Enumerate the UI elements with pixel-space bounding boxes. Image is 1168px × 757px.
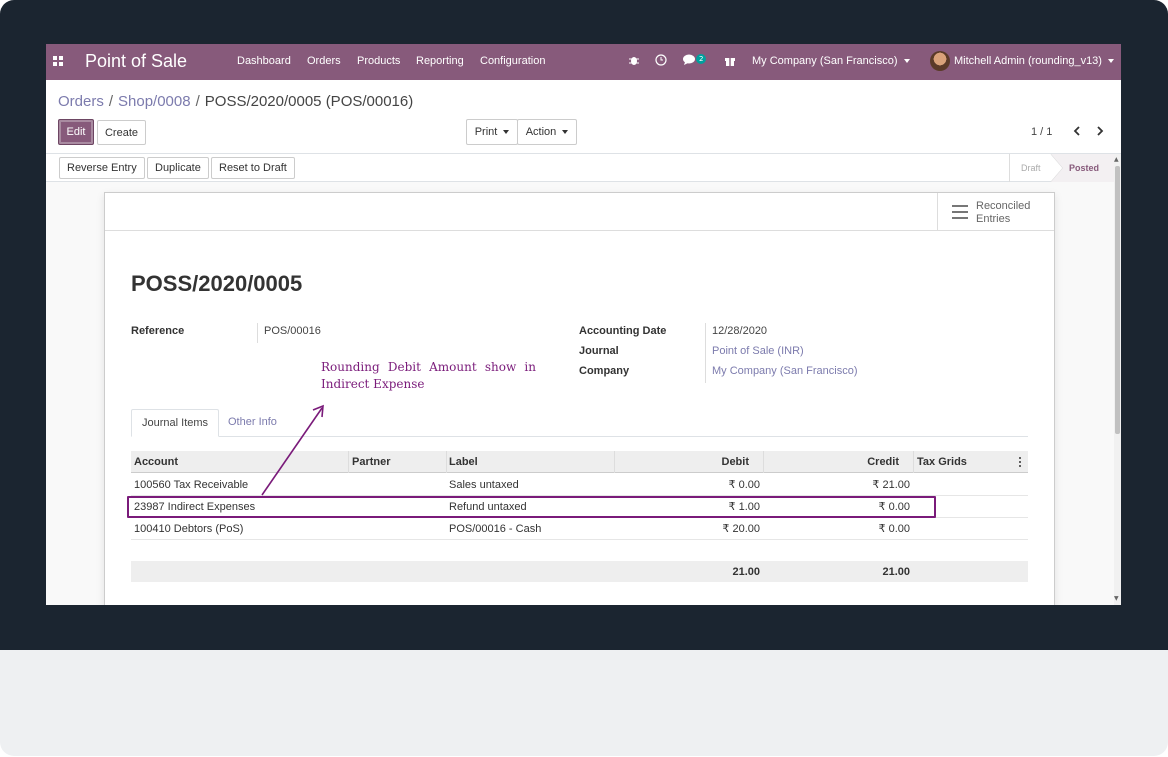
cell-label: Sales untaxed	[449, 479, 519, 491]
pager-value[interactable]: 1 / 1	[1031, 126, 1052, 138]
cell-account: 100410 Debtors (PoS)	[134, 523, 244, 535]
edit-button[interactable]: Edit	[58, 119, 94, 145]
create-button[interactable]: Create	[97, 120, 146, 145]
total-debit: 21.00	[732, 566, 760, 578]
tab-journal-items[interactable]: Journal Items	[131, 409, 220, 437]
user-name: Mitchell Admin (rounding_v13)	[954, 55, 1102, 67]
breadcrumb-orders[interactable]: Orders	[58, 93, 104, 110]
reconciled-entries-button[interactable]: Reconciled Entries	[937, 193, 1054, 230]
top-navbar: Point of Sale Dashboard Orders Products …	[46, 44, 1121, 80]
scrollbar-thumb[interactable]	[1115, 166, 1120, 434]
stage-draft[interactable]: Draft	[1021, 154, 1041, 182]
menu-reporting[interactable]: Reporting	[416, 55, 464, 67]
chat-badge: 2	[696, 54, 707, 64]
form-sheet: Reconciled Entries POSS/2020/0005 Refere…	[104, 192, 1055, 605]
col-tax-grids[interactable]: Tax Grids	[917, 451, 967, 473]
cell-debit: ₹ 20.00	[722, 523, 760, 535]
status-bar: Reverse Entry Duplicate Reset to Draft D…	[46, 154, 1121, 182]
cell-credit: ₹ 21.00	[872, 479, 910, 491]
reference-label: Reference	[131, 325, 185, 337]
field-divider	[257, 323, 258, 343]
menu-dashboard[interactable]: Dashboard	[237, 55, 291, 67]
reset-to-draft-button[interactable]: Reset to Draft	[211, 157, 295, 179]
breadcrumb-separator: /	[108, 93, 114, 110]
reverse-entry-button[interactable]: Reverse Entry	[59, 157, 145, 179]
total-credit: 21.00	[882, 566, 910, 578]
chevron-down-icon	[562, 130, 569, 135]
device-frame: Point of Sale Dashboard Orders Products …	[0, 0, 1168, 757]
action-label: Action	[525, 126, 557, 138]
reference-value[interactable]: POS/00016	[264, 325, 321, 337]
apps-icon[interactable]	[53, 56, 64, 67]
button-box: Reconciled Entries	[105, 193, 1054, 231]
column-divider	[348, 451, 349, 473]
col-debit[interactable]: Debit	[615, 451, 750, 473]
scroll-up-icon[interactable]: ▲	[1114, 156, 1119, 163]
column-divider	[446, 451, 447, 473]
user-menu[interactable]: Mitchell Admin (rounding_v13)	[954, 55, 1114, 67]
chevron-down-icon	[503, 130, 510, 135]
annotation-arrow	[261, 404, 324, 496]
entry-title: POSS/2020/0005	[131, 271, 303, 296]
action-button[interactable]: Action	[517, 119, 577, 145]
journal-label: Journal	[579, 345, 619, 357]
breadcrumb-shop[interactable]: Shop/0008	[118, 93, 191, 110]
accounting-date-value[interactable]: 12/28/2020	[712, 325, 767, 337]
annotation-highlight-box	[127, 496, 936, 518]
cell-credit: ₹ 0.00	[878, 523, 910, 535]
annotation-note: Rounding Debit Amount show in Indirect E…	[321, 360, 536, 391]
accounting-date-label: Accounting Date	[579, 325, 667, 337]
column-options-icon[interactable]	[1018, 451, 1024, 473]
breadcrumb-separator: /	[195, 93, 200, 110]
clock-icon[interactable]	[655, 54, 667, 69]
gift-icon[interactable]	[724, 54, 736, 69]
cell-account: 100560 Tax Receivable	[134, 479, 249, 491]
breadcrumb: Orders / Shop/0008/POSS/2020/0005 (POS/000…	[58, 93, 413, 110]
col-account[interactable]: Account	[134, 451, 178, 473]
table-row[interactable]: 100410 Debtors (PoS) POS/00016 - Cash ₹ …	[131, 518, 1028, 540]
breadcrumb-current: POSS/2020/0005 (POS/00016)	[204, 93, 414, 110]
chevron-down-icon	[1107, 59, 1114, 64]
cell-debit: ₹ 0.00	[728, 479, 760, 491]
chevron-down-icon	[903, 59, 910, 64]
col-partner[interactable]: Partner	[352, 451, 391, 473]
list-icon	[952, 205, 968, 219]
col-label[interactable]: Label	[449, 451, 478, 473]
menu-products[interactable]: Products	[357, 55, 400, 67]
app-title[interactable]: Point of Sale	[85, 51, 187, 72]
company-switcher[interactable]: My Company (San Francisco)	[752, 55, 910, 67]
scrollbar[interactable]: ▲ ▼	[1114, 154, 1121, 605]
stage-posted: Posted	[1069, 163, 1100, 173]
field-divider	[705, 323, 706, 383]
print-button[interactable]: Print	[466, 119, 518, 145]
print-label: Print	[474, 126, 498, 138]
col-credit[interactable]: Credit	[764, 451, 899, 473]
menu-configuration[interactable]: Configuration	[480, 55, 545, 67]
monitor-base	[0, 650, 1168, 756]
screen: Point of Sale Dashboard Orders Products …	[46, 44, 1121, 605]
chat-icon[interactable]	[683, 54, 697, 69]
company-label: Company	[579, 365, 630, 377]
table-footer: 21.00 21.00	[131, 561, 1028, 582]
scroll-down-icon[interactable]: ▼	[1114, 595, 1119, 602]
journal-link[interactable]: Point of Sale (INR)	[712, 345, 804, 357]
avatar[interactable]	[930, 51, 950, 71]
company-link[interactable]: My Company (San Francisco)	[712, 365, 858, 377]
chevron-left-icon[interactable]	[1072, 124, 1082, 142]
duplicate-button[interactable]: Duplicate	[147, 157, 209, 179]
column-divider	[913, 451, 914, 473]
menu-orders[interactable]: Orders	[307, 55, 341, 67]
control-panel: Orders / Shop/0008/POSS/2020/0005 (POS/000…	[46, 80, 1121, 154]
chevron-right-icon[interactable]	[1095, 124, 1105, 142]
reconciled-entries-label: Reconciled Entries	[976, 200, 1031, 225]
company-name: My Company (San Francisco)	[752, 55, 898, 67]
cell-label: POS/00016 - Cash	[449, 523, 542, 535]
bug-icon[interactable]	[628, 54, 640, 69]
